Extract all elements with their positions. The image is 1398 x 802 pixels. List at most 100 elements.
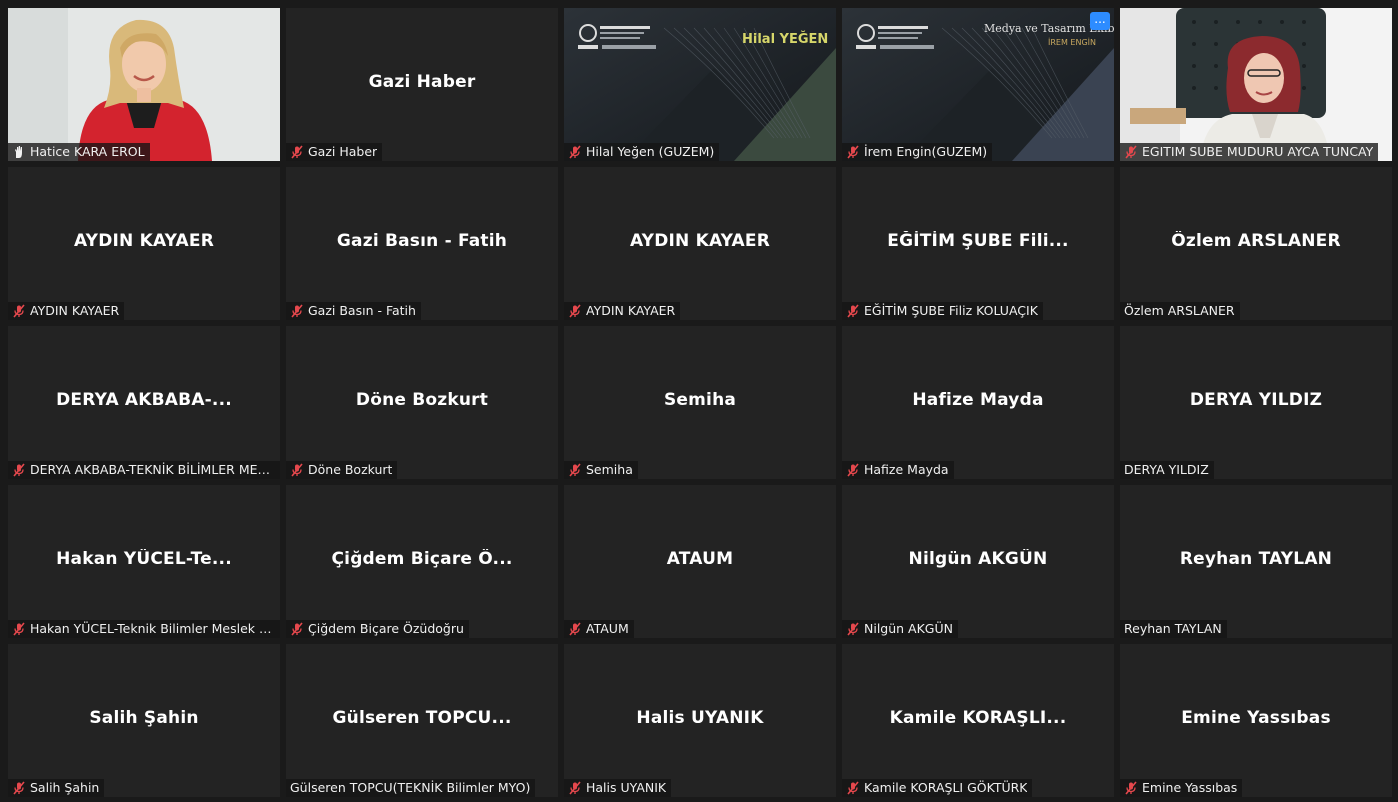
muted-mic-icon (12, 781, 26, 795)
participant-name-label: Halis UYANIK (564, 779, 672, 797)
participant-name: EĞİTİM ŞUBE Filiz KOLUAÇIK (864, 303, 1038, 318)
participant-tile[interactable]: ATAUM ATAUM (564, 485, 836, 638)
muted-mic-icon (12, 463, 26, 477)
participant-tile[interactable]: AYDIN KAYAER AYDIN KAYAER (564, 167, 836, 320)
participant-tile[interactable]: Gülseren TOPCU... Gülseren TOPCU(TEKNİK B… (286, 644, 558, 797)
participant-tile[interactable]: Emine Yassıbas Emine Yassıbas (1120, 644, 1392, 797)
participant-name: AYDIN KAYAER (586, 303, 676, 318)
participant-display-name: Kamile KORAŞLI... (889, 708, 1067, 728)
participant-display-name: Nilgün AKGÜN (908, 549, 1048, 569)
participant-tile[interactable]: Semiha Semiha (564, 326, 836, 479)
participant-display-name: Gazi Basın - Fatih (336, 231, 508, 251)
participant-name: Hakan YÜCEL-Teknik Bilimler Meslek Yüks.… (30, 621, 275, 636)
participant-name-label: Döne Bozkurt (286, 461, 398, 479)
muted-mic-icon (568, 622, 582, 636)
participant-name-label: Çiğdem Biçare Özüdoğru (286, 620, 469, 638)
muted-mic-icon (12, 622, 26, 636)
participant-tile[interactable]: Hilal YEĞEN Hilal Yeğen (GUZEM) (564, 8, 836, 161)
participant-name-label: İrem Engin(GUZEM) (842, 143, 993, 161)
participant-name: Hilal Yeğen (GUZEM) (586, 144, 715, 159)
muted-mic-icon (12, 304, 26, 318)
participant-video (1120, 8, 1392, 161)
participant-tile[interactable]: Gazi Basın - Fatih Gazi Basın - Fatih (286, 167, 558, 320)
participant-name: Nilgün AKGÜN (864, 621, 953, 636)
participant-name-label: Salih Şahin (8, 779, 105, 797)
participant-tile[interactable]: DERYA YILDIZ DERYA YILDIZ (1120, 326, 1392, 479)
more-options-button[interactable]: ... (1090, 12, 1110, 30)
participant-display-name: ATAUM (666, 549, 734, 569)
gallery-view: Hatice KARA EROL Gazi Haber Gazi Haber Hila… (0, 0, 1398, 802)
participant-tile[interactable]: EGITIM SUBE MUDURU AYCA TUNCAY (1120, 8, 1392, 161)
muted-mic-icon (846, 463, 860, 477)
participant-tile[interactable]: DERYA AKBABA-... DERYA AKBABA-TEKNİK BİLİ… (8, 326, 280, 479)
participant-display-name: Reyhan TAYLAN (1179, 549, 1333, 569)
participant-tile[interactable]: Halis UYANIK Halis UYANIK (564, 644, 836, 797)
participant-name-label: Semiha (564, 461, 638, 479)
participant-tile[interactable]: Döne Bozkurt Döne Bozkurt (286, 326, 558, 479)
participant-display-name: Gazi Haber (368, 72, 476, 92)
participant-name: Özlem ARSLANER (1124, 303, 1235, 318)
participant-tile[interactable]: Hatice KARA EROL (8, 8, 280, 161)
participant-name: AYDIN KAYAER (30, 303, 120, 318)
participant-tile[interactable]: Salih Şahin Salih Şahin (8, 644, 280, 797)
muted-mic-icon (568, 145, 582, 159)
participant-tile[interactable]: Hafize Mayda Hafize Mayda (842, 326, 1114, 479)
participant-name: Halis UYANIK (586, 780, 667, 795)
participant-name: Gazi Basın - Fatih (308, 303, 416, 318)
participant-name: Kamile KORAŞLI GÖKTÜRK (864, 780, 1028, 795)
participant-tile[interactable]: Hakan YÜCEL-Te... Hakan YÜCEL-Teknik Bili… (8, 485, 280, 638)
muted-mic-icon (568, 463, 582, 477)
participant-name-label: Özlem ARSLANER (1120, 302, 1240, 320)
muted-mic-icon (846, 622, 860, 636)
participant-name-label: Hatice KARA EROL (8, 143, 150, 161)
participant-tile[interactable]: Kamile KORAŞLI... Kamile KORAŞLI GÖKTÜRK (842, 644, 1114, 797)
participant-name-label: Kamile KORAŞLI GÖKTÜRK (842, 779, 1033, 797)
participant-name: Gülseren TOPCU(TEKNİK Bilimler MYO) (290, 780, 531, 795)
muted-mic-icon (568, 781, 582, 795)
muted-mic-icon (846, 145, 860, 159)
participant-display-name: AYDIN KAYAER (629, 231, 771, 251)
muted-mic-icon (568, 304, 582, 318)
slide-name: Hilal YEĞEN (742, 32, 829, 47)
participant-tile[interactable]: Çiğdem Biçare Ö... Çiğdem Biçare Özüdoğru (286, 485, 558, 638)
participant-name: EGITIM SUBE MUDURU AYCA TUNCAY (1142, 144, 1374, 159)
participant-name-label: AYDIN KAYAER (564, 302, 681, 320)
participant-tile[interactable]: EĞİTİM ŞUBE Fili... EĞİTİM ŞUBE Filiz KOL… (842, 167, 1114, 320)
participant-display-name: DERYA YILDIZ (1189, 390, 1323, 410)
participant-display-name: Salih Şahin (89, 708, 199, 728)
participant-name: Emine Yassıbas (1142, 780, 1238, 795)
participant-tile[interactable]: AYDIN KAYAER AYDIN KAYAER (8, 167, 280, 320)
participant-name-label: AYDIN KAYAER (8, 302, 125, 320)
muted-mic-icon (846, 304, 860, 318)
muted-mic-icon (290, 463, 304, 477)
participant-name: Gazi Haber (308, 144, 378, 159)
muted-mic-icon (846, 781, 860, 795)
participant-name-label: Gazi Haber (286, 143, 383, 161)
participant-name: DERYA YILDIZ (1124, 462, 1209, 477)
participant-name: ATAUM (586, 621, 629, 636)
participant-name: İrem Engin(GUZEM) (864, 144, 988, 159)
participant-tile[interactable]: Medya ve Tasarım Ekibi İREM ENGİN... İrem … (842, 8, 1114, 161)
participant-tile[interactable]: Reyhan TAYLAN Reyhan TAYLAN (1120, 485, 1392, 638)
slide-name: İREM ENGİN (1048, 38, 1096, 47)
participant-tile[interactable]: Gazi Haber Gazi Haber (286, 8, 558, 161)
participant-tile[interactable]: Özlem ARSLANER Özlem ARSLANER (1120, 167, 1392, 320)
muted-mic-icon (290, 304, 304, 318)
participant-name-label: Hafize Mayda (842, 461, 954, 479)
participant-display-name: Emine Yassıbas (1181, 708, 1331, 728)
shared-slide-video (564, 8, 836, 161)
participant-display-name: Halis UYANIK (636, 708, 764, 728)
participant-name: Salih Şahin (30, 780, 100, 795)
participant-name-label: EĞİTİM ŞUBE Filiz KOLUAÇIK (842, 302, 1043, 320)
participant-name: Hatice KARA EROL (30, 144, 145, 159)
participant-name: Reyhan TAYLAN (1124, 621, 1222, 636)
participant-tile[interactable]: Nilgün AKGÜN Nilgün AKGÜN (842, 485, 1114, 638)
participant-name: Hafize Mayda (864, 462, 949, 477)
participant-name-label: Gülseren TOPCU(TEKNİK Bilimler MYO) (286, 779, 536, 797)
participant-name-label: ATAUM (564, 620, 634, 638)
participant-name-label: Gazi Basın - Fatih (286, 302, 421, 320)
participant-name-label: Nilgün AKGÜN (842, 620, 958, 638)
participant-display-name: Hafize Mayda (912, 390, 1044, 410)
participant-name-label: Hakan YÜCEL-Teknik Bilimler Meslek Yüks.… (8, 620, 280, 638)
muted-mic-icon (290, 622, 304, 636)
